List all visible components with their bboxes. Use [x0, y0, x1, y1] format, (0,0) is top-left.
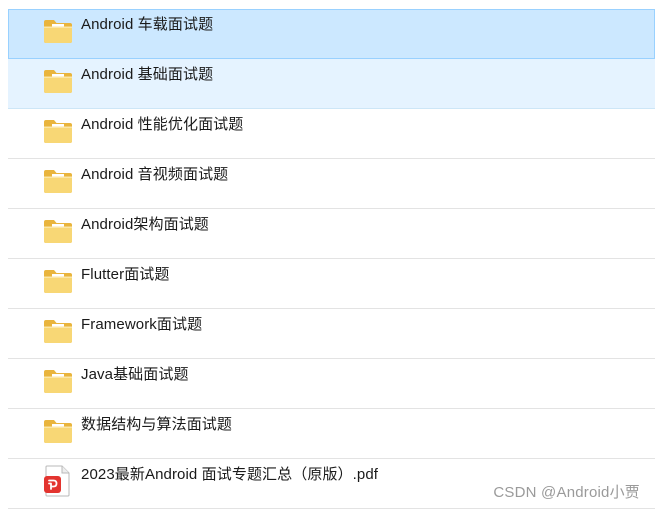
item-label: Android 音视频面试题 [81, 166, 229, 183]
folder-icon [43, 318, 73, 344]
list-item-framework[interactable]: Framework面试题 [8, 309, 655, 359]
list-item-java-basic[interactable]: Java基础面试题 [8, 359, 655, 409]
list-item-android-architecture[interactable]: Android架构面试题 [8, 209, 655, 259]
item-label: Android 性能优化面试题 [81, 116, 244, 133]
item-label: Framework面试题 [81, 316, 203, 333]
list-item-android-av[interactable]: Android 音视频面试题 [8, 159, 655, 209]
folder-icon [43, 368, 73, 394]
folder-icon [43, 18, 73, 44]
pdf-file-icon [44, 465, 70, 497]
item-label: 数据结构与算法面试题 [81, 416, 233, 433]
file-list: Android 车载面试题 Android 基础面试题 Android 性能优化… [8, 9, 655, 509]
list-item-android-car[interactable]: Android 车载面试题 [8, 9, 655, 59]
list-item-algorithms[interactable]: 数据结构与算法面试题 [8, 409, 655, 459]
list-item-android-performance[interactable]: Android 性能优化面试题 [8, 109, 655, 159]
watermark: CSDN @Android小贾 [493, 484, 640, 501]
item-label: Android架构面试题 [81, 216, 209, 233]
item-label: Android 基础面试题 [81, 66, 214, 83]
folder-icon [43, 418, 73, 444]
item-label: 2023最新Android 面试专题汇总（原版）.pdf [81, 466, 379, 483]
folder-icon [43, 118, 73, 144]
folder-icon [43, 168, 73, 194]
list-item-android-basic[interactable]: Android 基础面试题 [8, 59, 655, 109]
item-label: Android 车载面试题 [81, 16, 214, 33]
list-item-flutter[interactable]: Flutter面试题 [8, 259, 655, 309]
item-label: Java基础面试题 [81, 366, 189, 383]
folder-icon [43, 218, 73, 244]
item-label: Flutter面试题 [81, 266, 170, 283]
folder-icon [43, 68, 73, 94]
folder-icon [43, 268, 73, 294]
